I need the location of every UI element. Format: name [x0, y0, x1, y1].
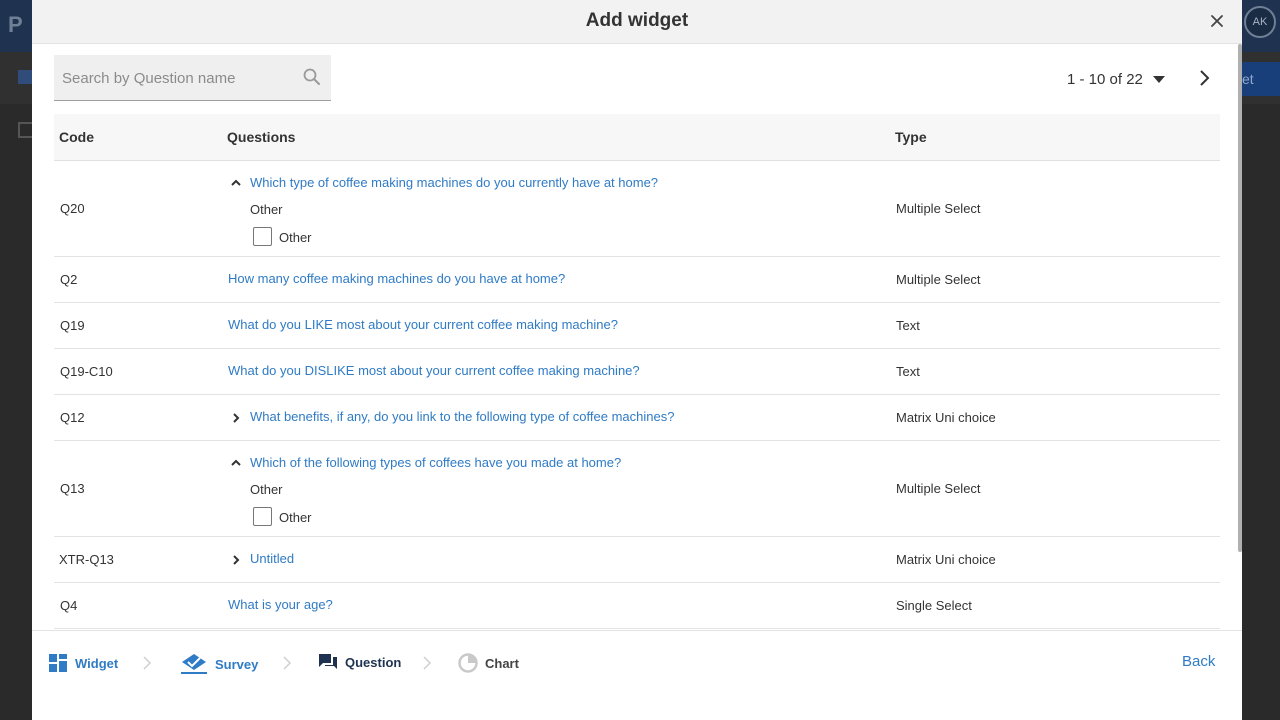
question-link[interactable]: What do you LIKE most about your current…: [228, 317, 618, 332]
question-link[interactable]: Which of the following types of coffees …: [250, 455, 621, 470]
pagination-range: 1 - 10 of 22: [1067, 70, 1143, 88]
table-row: Q19 What do you LIKE most about your cur…: [54, 303, 1220, 349]
background-dashboard-icon: [18, 70, 32, 84]
option-group-label: Other: [250, 482, 283, 497]
search-icon[interactable]: [302, 67, 322, 87]
question-link[interactable]: How many coffee making machines do you h…: [228, 271, 565, 286]
question-chat-icon: [319, 654, 337, 669]
widget-grid-icon: [49, 654, 67, 672]
app-logo: P: [8, 12, 23, 37]
question-type: Multiple Select: [896, 481, 981, 496]
background-add-widget-button: et: [1242, 62, 1280, 96]
search-field[interactable]: [54, 55, 331, 101]
chevron-right-icon[interactable]: [230, 554, 242, 566]
header-code: Code: [59, 129, 94, 145]
header-type: Type: [895, 129, 927, 145]
chevron-right-icon: [423, 656, 432, 670]
option-checkbox[interactable]: [253, 507, 272, 526]
caret-down-icon: [1152, 75, 1165, 83]
table-row: Q12 What benefits, if any, do you link t…: [54, 395, 1220, 441]
user-avatar: AK: [1244, 6, 1276, 38]
modal-header: Add widget: [32, 0, 1242, 44]
step-label: Survey: [215, 656, 259, 672]
question-code: Q4: [60, 598, 78, 613]
question-type: Matrix Uni choice: [896, 552, 996, 567]
next-page-button[interactable]: [1192, 66, 1216, 90]
question-type: Text: [896, 318, 920, 333]
pagination-dropdown[interactable]: 1 - 10 of 22: [1067, 68, 1165, 90]
question-link[interactable]: Which type of coffee making machines do …: [250, 175, 658, 190]
table-row: Q4 What is your age? Single Select: [54, 583, 1220, 629]
question-type: Matrix Uni choice: [896, 410, 996, 425]
step-label: Widget: [75, 655, 119, 671]
table-row: Q20 Which type of coffee making machines…: [54, 161, 1220, 257]
step-widget[interactable]: Widget: [48, 653, 118, 673]
option-label: Other: [279, 510, 312, 525]
option-checkbox[interactable]: [253, 227, 272, 246]
question-code: XTR-Q13: [59, 552, 114, 567]
search-input[interactable]: [62, 67, 292, 89]
chevron-right-icon: [283, 656, 292, 670]
question-link[interactable]: What benefits, if any, do you link to th…: [250, 409, 674, 424]
question-code: Q13: [60, 481, 85, 496]
step-chart[interactable]: Chart: [458, 653, 519, 673]
questions-table: Code Questions Type Q20 Which type of co…: [54, 114, 1220, 629]
back-button[interactable]: Back: [1182, 653, 1215, 670]
step-label: Chart: [485, 655, 519, 671]
wizard-footer: Widget Survey Question Chart Back: [32, 630, 1242, 720]
step-question[interactable]: Question: [318, 653, 401, 671]
question-link[interactable]: What is your age?: [228, 597, 333, 612]
chevron-up-icon[interactable]: [230, 177, 242, 189]
chevron-right-icon: [143, 656, 152, 670]
step-label: Question: [345, 654, 402, 670]
question-code: Q2: [60, 272, 78, 287]
question-type: Multiple Select: [896, 201, 981, 216]
chevron-up-icon[interactable]: [230, 457, 242, 469]
table-header: Code Questions Type: [54, 114, 1220, 161]
question-link[interactable]: Untitled: [250, 551, 294, 566]
question-code: Q19-C10: [60, 364, 113, 379]
option-label: Other: [279, 230, 312, 245]
table-row: XTR-Q13 Untitled Matrix Uni choice: [54, 537, 1220, 583]
question-code: Q12: [60, 410, 85, 425]
scrollbar[interactable]: [1238, 44, 1242, 552]
question-link[interactable]: What do you DISLIKE most about your curr…: [228, 363, 640, 378]
question-type: Single Select: [896, 598, 972, 613]
chart-pie-icon: [458, 653, 478, 673]
question-code: Q20: [60, 201, 85, 216]
header-questions: Questions: [227, 129, 296, 145]
close-button[interactable]: [1206, 10, 1228, 32]
chevron-right-icon: [1200, 70, 1210, 86]
option-group-label: Other: [250, 202, 283, 217]
question-type: Multiple Select: [896, 272, 981, 287]
chevron-right-icon[interactable]: [230, 412, 242, 424]
question-code: Q19: [60, 318, 85, 333]
step-survey[interactable]: Survey: [180, 653, 258, 675]
add-widget-modal: Add widget 1 - 10 of 22 Code Questions T…: [32, 0, 1242, 720]
modal-title: Add widget: [585, 10, 689, 31]
table-row: Q19-C10 What do you DISLIKE most about y…: [54, 349, 1220, 395]
survey-check-icon: [181, 654, 207, 674]
question-type: Text: [896, 364, 920, 379]
close-icon: [1211, 15, 1223, 27]
table-row: Q2 How many coffee making machines do yo…: [54, 257, 1220, 303]
table-row: Q13 Which of the following types of coff…: [54, 441, 1220, 537]
